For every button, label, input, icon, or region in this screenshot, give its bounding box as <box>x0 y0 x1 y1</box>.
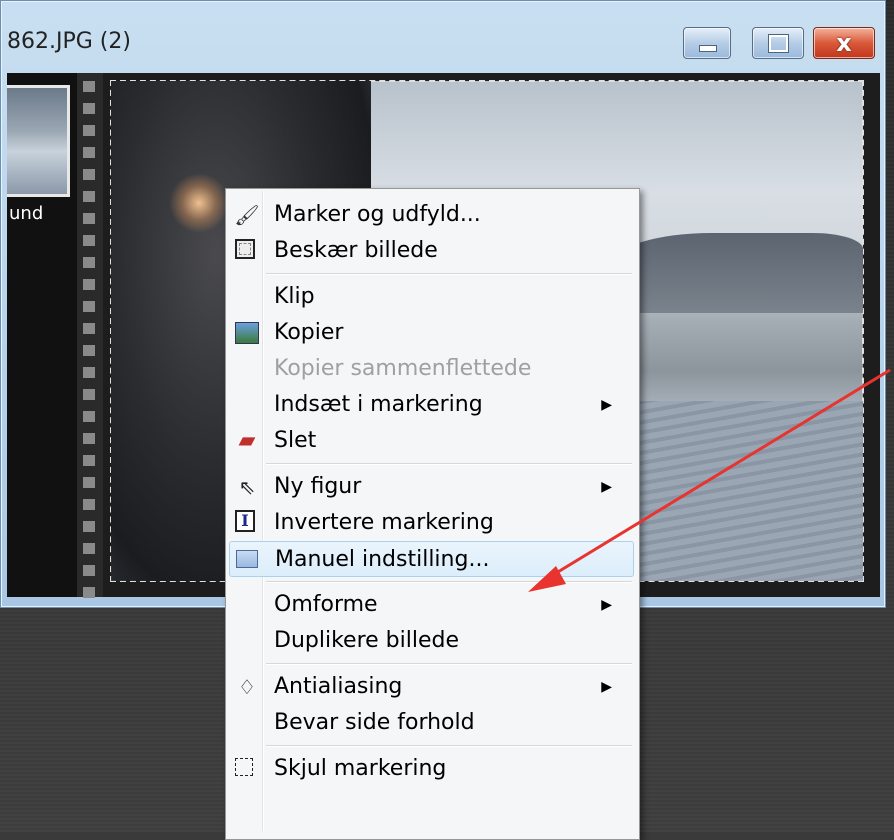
menu-item-slet[interactable]: ▰ Slet <box>229 423 634 459</box>
filmstrip-hole <box>83 257 95 268</box>
menu-item-label: Duplikere billede <box>274 628 459 653</box>
filmstrip-hole <box>83 147 95 158</box>
cursor-icon: ⇖ <box>238 475 256 499</box>
menu-item-label: Slet <box>274 428 317 453</box>
menu-separator <box>266 745 632 747</box>
menu-item-label: Marker og udfyld... <box>274 202 481 227</box>
filmstrip-hole <box>83 191 95 202</box>
menu-item-ny-figur[interactable]: ⇖ Ny figur ▶ <box>229 469 634 505</box>
menu-item-invertere-markering[interactable]: I Invertere markering <box>229 505 634 541</box>
filmstrip-hole <box>83 345 95 356</box>
menu-item-manuel-indstilling[interactable]: Manuel indstilling... <box>229 541 634 577</box>
photo-hills <box>611 233 863 313</box>
thumbnail-label: und <box>9 203 44 224</box>
menu-item-label: Invertere markering <box>274 510 494 535</box>
menu-item-label: Kopier sammenflettede <box>274 356 532 381</box>
filmstrip-hole <box>83 411 95 422</box>
filmstrip-hole <box>83 323 95 334</box>
submenu-arrow-icon: ▶ <box>601 479 612 495</box>
filmstrip-hole <box>83 477 95 488</box>
crop-icon <box>235 239 255 259</box>
filmstrip-border <box>77 73 103 598</box>
minimize-icon <box>699 45 717 52</box>
filmstrip-hole <box>83 125 95 136</box>
manual-settings-icon <box>236 550 258 568</box>
menu-item-label: Manuel indstilling... <box>275 547 490 572</box>
menu-item-label: Skjul markering <box>274 756 447 781</box>
menu-item-omforme[interactable]: Omforme ▶ <box>229 587 634 623</box>
menu-item-duplikere-billede[interactable]: Duplikere billede <box>229 623 634 659</box>
copy-image-icon <box>235 322 259 344</box>
menu-item-label: Kopier <box>274 320 344 345</box>
menu-item-kopier-sammenflettede: Kopier sammenflettede <box>229 351 634 387</box>
filmstrip-hole <box>83 587 95 598</box>
thumbnail-strip: und <box>7 73 77 597</box>
thumbnail-image[interactable] <box>7 85 70 197</box>
menu-item-label: Bevar side forhold <box>274 710 475 735</box>
filmstrip-hole <box>83 81 95 92</box>
menu-separator <box>266 273 632 275</box>
filmstrip-hole <box>83 389 95 400</box>
photo-sun <box>169 173 229 233</box>
filmstrip-hole <box>83 367 95 378</box>
menu-item-skjul-markering[interactable]: Skjul markering <box>229 751 634 787</box>
submenu-arrow-icon: ▶ <box>601 679 612 695</box>
menu-item-beskær-billede[interactable]: Beskær billede <box>229 233 634 269</box>
context-menu: 🖌 Marker og udfyld... Beskær billede Klip Ko… <box>225 188 640 840</box>
menu-item-antialiasing[interactable]: ♢ Antialiasing ▶ <box>229 669 634 705</box>
menu-item-kopier[interactable]: Kopier <box>229 315 634 351</box>
hide-selection-icon <box>235 758 253 776</box>
menu-item-label: Klip <box>274 284 315 309</box>
menu-item-label: Ny figur <box>274 474 362 499</box>
antialiasing-drop-icon: ♢ <box>238 675 256 699</box>
menu-separator <box>266 463 632 465</box>
menu-separator <box>266 581 632 583</box>
window-title: 862.JPG (2) <box>7 29 131 54</box>
maximize-button[interactable] <box>752 27 804 59</box>
filmstrip-hole <box>83 433 95 444</box>
filmstrip-hole <box>83 103 95 114</box>
menu-item-klip[interactable]: Klip <box>229 279 634 315</box>
menu-item-label: Antialiasing <box>274 674 403 699</box>
filmstrip-hole <box>83 279 95 290</box>
submenu-arrow-icon: ▶ <box>601 597 612 613</box>
minimize-button[interactable] <box>683 27 731 59</box>
filmstrip-hole <box>83 455 95 466</box>
filmstrip-hole <box>83 499 95 510</box>
menu-item-label: Omforme <box>274 592 378 617</box>
menu-item-marker-og-udfyld[interactable]: 🖌 Marker og udfyld... <box>229 197 634 233</box>
menu-item-label: Beskær billede <box>274 238 438 263</box>
menu-item-indsæt-i-markering[interactable]: Indsæt i markering ▶ <box>229 387 634 423</box>
filmstrip-hole <box>83 235 95 246</box>
invert-selection-icon: I <box>235 510 255 532</box>
filmstrip-hole <box>83 565 95 576</box>
filmstrip-hole <box>83 543 95 554</box>
close-icon: x <box>836 29 852 57</box>
marker-fill-icon: 🖌 <box>234 203 260 227</box>
filmstrip-hole <box>83 301 95 312</box>
close-button[interactable]: x <box>813 27 875 59</box>
submenu-arrow-icon: ▶ <box>601 397 612 413</box>
filmstrip-hole <box>83 213 95 224</box>
filmstrip-hole <box>83 169 95 180</box>
eraser-icon: ▰ <box>238 428 256 453</box>
filmstrip-hole <box>83 521 95 532</box>
maximize-icon <box>768 34 789 53</box>
menu-separator <box>266 663 632 665</box>
menu-item-bevar-side-forhold[interactable]: Bevar side forhold <box>229 705 634 741</box>
menu-item-label: Indsæt i markering <box>274 392 483 417</box>
